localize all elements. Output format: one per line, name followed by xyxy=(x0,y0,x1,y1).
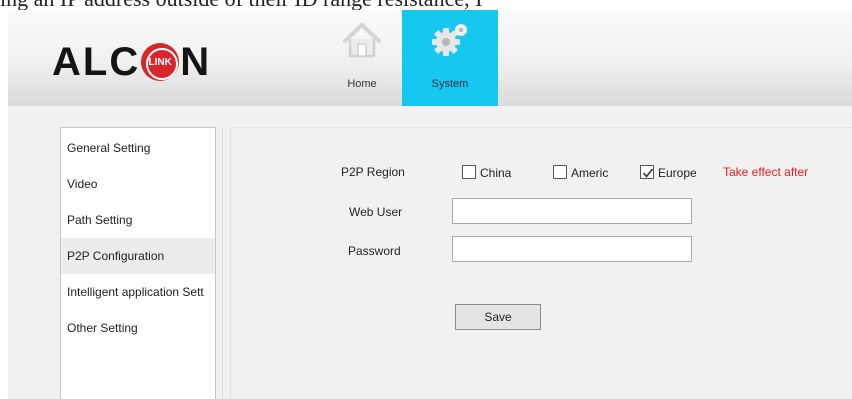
brand-logo: ALC LINK N xyxy=(52,40,211,84)
web-user-label: Web User xyxy=(349,205,403,219)
nav-tab-home[interactable]: Home xyxy=(314,10,410,106)
nav-tab-home-label: Home xyxy=(347,78,377,90)
nav-tab-system[interactable]: System xyxy=(402,10,498,106)
save-button[interactable]: Save xyxy=(455,304,541,330)
main-area: General Setting Video Path Setting P2P C… xyxy=(8,106,852,399)
region-europe-label: Europe xyxy=(658,166,697,180)
gear-icon xyxy=(430,22,470,63)
top-clipped-text-line: ing an IP address outside of their ID ra… xyxy=(0,0,482,10)
nav-tab-system-label: System xyxy=(431,78,469,90)
check-icon xyxy=(642,168,654,178)
sidebar-item-path-setting[interactable]: Path Setting xyxy=(61,202,215,238)
brand-badge-icon: LINK xyxy=(141,43,180,81)
region-america-label: Americ xyxy=(571,166,609,180)
sidebar-item-intelligent-application[interactable]: Intelligent application Sett xyxy=(61,274,215,310)
password-input[interactable] xyxy=(452,236,692,262)
sidebar-menu: General Setting Video Path Setting P2P C… xyxy=(60,127,216,399)
p2p-region-label: P2P Region xyxy=(341,165,405,179)
header-bar: ALC LINK N Home System xyxy=(8,10,852,106)
brand-badge-text: LINK xyxy=(148,56,172,68)
top-clipped-text: ing an IP address outside of their ID ra… xyxy=(0,0,852,10)
region-america-checkbox[interactable] xyxy=(553,165,567,179)
sidebar-item-video[interactable]: Video xyxy=(61,166,215,202)
p2p-config-panel: P2P Region China Americ Europe Take effe… xyxy=(230,127,852,399)
region-china-checkbox[interactable] xyxy=(462,165,476,179)
region-europe-checkbox[interactable] xyxy=(640,165,654,179)
password-label: Password xyxy=(348,244,401,258)
sidebar-item-p2p-configuration[interactable]: P2P Configuration xyxy=(61,238,215,274)
brand-name-left: ALC xyxy=(52,40,141,84)
brand-name-right: N xyxy=(180,40,212,84)
panel-divider xyxy=(222,127,223,399)
sidebar-item-other-setting[interactable]: Other Setting xyxy=(61,310,215,346)
web-user-input[interactable] xyxy=(452,198,692,224)
region-china-label: China xyxy=(480,166,512,180)
sidebar-item-general-setting[interactable]: General Setting xyxy=(61,130,215,166)
house-icon xyxy=(341,22,383,65)
take-effect-note: Take effect after xyxy=(723,165,809,179)
